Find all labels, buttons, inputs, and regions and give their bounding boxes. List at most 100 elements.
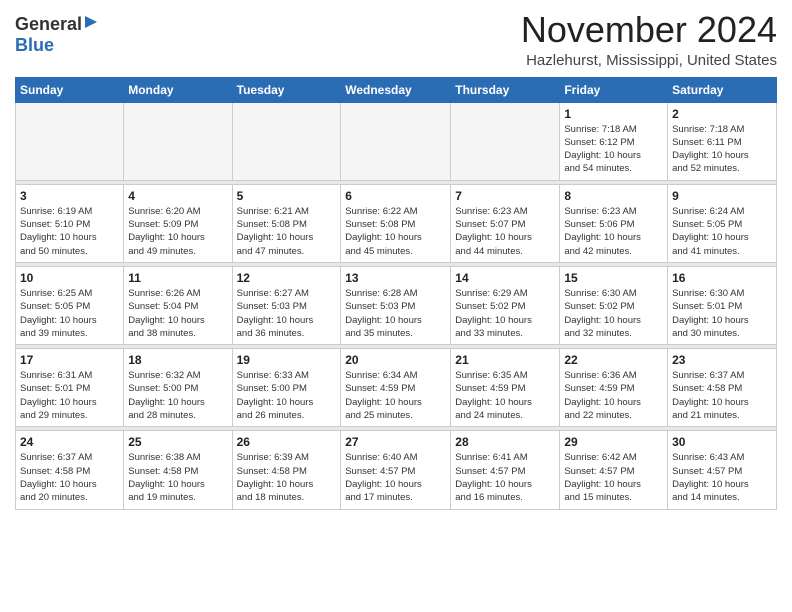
day-number: 8: [564, 189, 663, 203]
weekday-header-row: Sunday Monday Tuesday Wednesday Thursday…: [16, 77, 777, 102]
day-number: 18: [128, 353, 227, 367]
week-row-2: 10 Sunrise: 6:25 AMSunset: 5:05 PMDayligh…: [16, 266, 777, 344]
day-info: Sunrise: 7:18 AMSunset: 6:12 PMDaylight:…: [564, 123, 663, 176]
calendar-cell-w0-d2: [232, 102, 341, 180]
calendar-cell-w3-d3: 20 Sunrise: 6:34 AMSunset: 4:59 PMDayligh…: [341, 349, 451, 427]
page: General Blue November 2024 Hazlehurst, M…: [0, 0, 792, 525]
day-info: Sunrise: 6:41 AMSunset: 4:57 PMDaylight:…: [455, 451, 555, 504]
calendar-cell-w4-d3: 27 Sunrise: 6:40 AMSunset: 4:57 PMDayligh…: [341, 431, 451, 509]
day-info: Sunrise: 6:33 AMSunset: 5:00 PMDaylight:…: [237, 369, 337, 422]
day-number: 10: [20, 271, 119, 285]
calendar-cell-w0-d4: [451, 102, 560, 180]
calendar-cell-w4-d0: 24 Sunrise: 6:37 AMSunset: 4:58 PMDayligh…: [16, 431, 124, 509]
day-number: 29: [564, 435, 663, 449]
logo-blue-text: Blue: [15, 35, 54, 56]
calendar-cell-w2-d1: 11Sunrise: 6:26 AMSunset: 5:04 PMDayligh…: [124, 266, 232, 344]
day-info: Sunrise: 6:37 AMSunset: 4:58 PMDaylight:…: [672, 369, 772, 422]
header-monday: Monday: [124, 77, 232, 102]
calendar-cell-w4-d4: 28Sunrise: 6:41 AMSunset: 4:57 PMDayligh…: [451, 431, 560, 509]
calendar-cell-w0-d6: 2 Sunrise: 7:18 AMSunset: 6:11 PMDaylight…: [668, 102, 777, 180]
day-info: Sunrise: 6:30 AMSunset: 5:01 PMDaylight:…: [672, 287, 772, 340]
header-tuesday: Tuesday: [232, 77, 341, 102]
calendar-cell-w4-d6: 30Sunrise: 6:43 AMSunset: 4:57 PMDayligh…: [668, 431, 777, 509]
calendar: Sunday Monday Tuesday Wednesday Thursday…: [15, 77, 777, 510]
day-number: 1: [564, 107, 663, 121]
day-number: 7: [455, 189, 555, 203]
calendar-cell-w1-d6: 9 Sunrise: 6:24 AMSunset: 5:05 PMDaylight…: [668, 184, 777, 262]
day-info: Sunrise: 6:19 AMSunset: 5:10 PMDaylight:…: [20, 205, 119, 258]
day-number: 14: [455, 271, 555, 285]
day-number: 4: [128, 189, 227, 203]
calendar-cell-w0-d5: 1 Sunrise: 7:18 AMSunset: 6:12 PMDaylight…: [560, 102, 668, 180]
calendar-cell-w0-d1: [124, 102, 232, 180]
day-info: Sunrise: 6:31 AMSunset: 5:01 PMDaylight:…: [20, 369, 119, 422]
header-sunday: Sunday: [16, 77, 124, 102]
day-number: 21: [455, 353, 555, 367]
calendar-cell-w4-d1: 25Sunrise: 6:38 AMSunset: 4:58 PMDayligh…: [124, 431, 232, 509]
logo: General Blue: [15, 14, 99, 56]
day-info: Sunrise: 6:24 AMSunset: 5:05 PMDaylight:…: [672, 205, 772, 258]
day-number: 19: [237, 353, 337, 367]
day-info: Sunrise: 6:39 AMSunset: 4:58 PMDaylight:…: [237, 451, 337, 504]
calendar-cell-w2-d3: 13Sunrise: 6:28 AMSunset: 5:03 PMDayligh…: [341, 266, 451, 344]
day-info: Sunrise: 6:26 AMSunset: 5:04 PMDaylight:…: [128, 287, 227, 340]
calendar-cell-w3-d4: 21 Sunrise: 6:35 AMSunset: 4:59 PMDayligh…: [451, 349, 560, 427]
day-info: Sunrise: 6:42 AMSunset: 4:57 PMDaylight:…: [564, 451, 663, 504]
day-number: 27: [345, 435, 446, 449]
week-row-3: 17 Sunrise: 6:31 AMSunset: 5:01 PMDayligh…: [16, 349, 777, 427]
day-info: Sunrise: 6:27 AMSunset: 5:03 PMDaylight:…: [237, 287, 337, 340]
header-wednesday: Wednesday: [341, 77, 451, 102]
calendar-cell-w2-d2: 12Sunrise: 6:27 AMSunset: 5:03 PMDayligh…: [232, 266, 341, 344]
week-row-4: 24 Sunrise: 6:37 AMSunset: 4:58 PMDayligh…: [16, 431, 777, 509]
day-info: Sunrise: 6:28 AMSunset: 5:03 PMDaylight:…: [345, 287, 446, 340]
header: General Blue November 2024 Hazlehurst, M…: [15, 10, 777, 69]
logo-arrow-icon: [83, 14, 99, 30]
calendar-cell-w0-d0: [16, 102, 124, 180]
day-info: Sunrise: 6:20 AMSunset: 5:09 PMDaylight:…: [128, 205, 227, 258]
day-info: Sunrise: 6:23 AMSunset: 5:07 PMDaylight:…: [455, 205, 555, 258]
day-info: Sunrise: 6:22 AMSunset: 5:08 PMDaylight:…: [345, 205, 446, 258]
day-number: 20: [345, 353, 446, 367]
day-number: 17: [20, 353, 119, 367]
day-info: Sunrise: 6:37 AMSunset: 4:58 PMDaylight:…: [20, 451, 119, 504]
logo-general: General: [15, 14, 82, 35]
calendar-cell-w1-d3: 6 Sunrise: 6:22 AMSunset: 5:08 PMDaylight…: [341, 184, 451, 262]
calendar-cell-w3-d5: 22 Sunrise: 6:36 AMSunset: 4:59 PMDayligh…: [560, 349, 668, 427]
header-thursday: Thursday: [451, 77, 560, 102]
day-info: Sunrise: 6:32 AMSunset: 5:00 PMDaylight:…: [128, 369, 227, 422]
day-info: Sunrise: 6:40 AMSunset: 4:57 PMDaylight:…: [345, 451, 446, 504]
day-info: Sunrise: 6:36 AMSunset: 4:59 PMDaylight:…: [564, 369, 663, 422]
header-saturday: Saturday: [668, 77, 777, 102]
day-number: 9: [672, 189, 772, 203]
day-info: Sunrise: 6:35 AMSunset: 4:59 PMDaylight:…: [455, 369, 555, 422]
day-number: 2: [672, 107, 772, 121]
day-info: Sunrise: 6:38 AMSunset: 4:58 PMDaylight:…: [128, 451, 227, 504]
day-number: 16: [672, 271, 772, 285]
day-info: Sunrise: 6:21 AMSunset: 5:08 PMDaylight:…: [237, 205, 337, 258]
day-number: 24: [20, 435, 119, 449]
week-row-0: 1 Sunrise: 7:18 AMSunset: 6:12 PMDaylight…: [16, 102, 777, 180]
day-number: 5: [237, 189, 337, 203]
day-info: Sunrise: 6:34 AMSunset: 4:59 PMDaylight:…: [345, 369, 446, 422]
calendar-cell-w2-d4: 14Sunrise: 6:29 AMSunset: 5:02 PMDayligh…: [451, 266, 560, 344]
calendar-cell-w3-d6: 23Sunrise: 6:37 AMSunset: 4:58 PMDayligh…: [668, 349, 777, 427]
day-info: Sunrise: 6:25 AMSunset: 5:05 PMDaylight:…: [20, 287, 119, 340]
day-number: 15: [564, 271, 663, 285]
day-number: 6: [345, 189, 446, 203]
day-info: Sunrise: 6:23 AMSunset: 5:06 PMDaylight:…: [564, 205, 663, 258]
week-row-1: 3Sunrise: 6:19 AMSunset: 5:10 PMDaylight…: [16, 184, 777, 262]
calendar-cell-w2-d0: 10 Sunrise: 6:25 AMSunset: 5:05 PMDayligh…: [16, 266, 124, 344]
calendar-cell-w3-d2: 19 Sunrise: 6:33 AMSunset: 5:00 PMDayligh…: [232, 349, 341, 427]
day-number: 22: [564, 353, 663, 367]
calendar-cell-w1-d5: 8 Sunrise: 6:23 AMSunset: 5:06 PMDaylight…: [560, 184, 668, 262]
calendar-cell-w3-d1: 18 Sunrise: 6:32 AMSunset: 5:00 PMDayligh…: [124, 349, 232, 427]
month-title: November 2024: [521, 10, 777, 50]
title-block: November 2024 Hazlehurst, Mississippi, U…: [521, 10, 777, 69]
day-number: 30: [672, 435, 772, 449]
day-info: Sunrise: 7:18 AMSunset: 6:11 PMDaylight:…: [672, 123, 772, 176]
day-info: Sunrise: 6:30 AMSunset: 5:02 PMDaylight:…: [564, 287, 663, 340]
location-subtitle: Hazlehurst, Mississippi, United States: [521, 52, 777, 69]
header-friday: Friday: [560, 77, 668, 102]
calendar-cell-w0-d3: [341, 102, 451, 180]
calendar-cell-w2-d5: 15 Sunrise: 6:30 AMSunset: 5:02 PMDayligh…: [560, 266, 668, 344]
